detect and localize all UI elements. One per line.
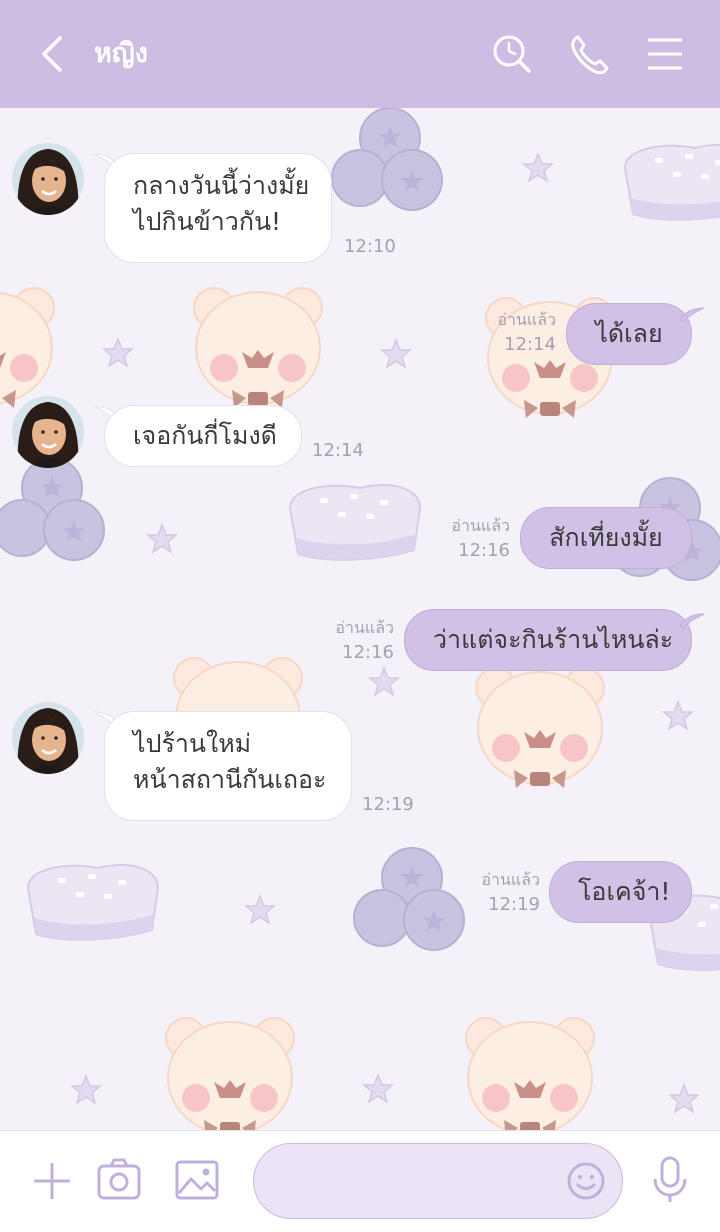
message-composer-bar xyxy=(0,1130,720,1232)
chat-header: หญิง xyxy=(0,0,720,108)
contact-avatar[interactable] xyxy=(12,143,84,215)
message-meta: อ่านแล้ว 12:19 xyxy=(454,870,540,916)
message-text: ว่าแต่จะกินร้านไหนล่ะ xyxy=(433,625,674,654)
message-text: สักเที่ยงมั้ย xyxy=(549,523,663,552)
message-time: 12:14 xyxy=(312,440,364,461)
outgoing-message-bubble[interactable]: ว่าแต่จะกินร้านไหนล่ะ xyxy=(404,609,692,671)
avatar-photo xyxy=(12,702,84,774)
microphone-icon[interactable] xyxy=(650,1155,690,1205)
message-text: เจอกันกี่โมงดี xyxy=(133,421,277,450)
message-time: 12:16 xyxy=(342,642,394,663)
phone-icon[interactable] xyxy=(566,30,610,78)
menu-icon[interactable] xyxy=(644,30,688,78)
message-text: ได้เลย xyxy=(595,319,663,348)
message-meta: อ่านแล้ว 12:16 xyxy=(308,618,394,664)
incoming-message-bubble[interactable]: เจอกันกี่โมงดี xyxy=(104,405,302,467)
avatar-photo xyxy=(12,396,84,468)
emoji-icon[interactable] xyxy=(566,1161,606,1201)
message-time: 12:10 xyxy=(344,236,396,257)
image-icon[interactable] xyxy=(174,1159,220,1201)
message-time: 12:19 xyxy=(488,894,540,915)
message-text: โอเคจ้า! xyxy=(578,877,671,906)
read-receipt: อ่านแล้ว xyxy=(335,618,394,637)
plus-icon[interactable] xyxy=(30,1159,74,1203)
read-receipt: อ่านแล้ว xyxy=(481,870,540,889)
message-time: 12:14 xyxy=(504,334,556,355)
message-line: ไปกินข้าวกัน! xyxy=(133,207,282,236)
read-receipt: อ่านแล้ว xyxy=(451,516,510,535)
incoming-message-bubble[interactable]: กลางวันนี้ว่างมั้ย ไปกินข้าวกัน! xyxy=(104,153,332,263)
outgoing-message-bubble[interactable]: โอเคจ้า! xyxy=(549,861,692,923)
read-receipt: อ่านแล้ว xyxy=(497,310,556,329)
message-meta: อ่านแล้ว 12:14 xyxy=(470,310,556,356)
contact-name[interactable]: หญิง xyxy=(94,34,148,74)
message-line: หน้าสถานีกันเถอะ xyxy=(133,765,327,794)
outgoing-message-bubble[interactable]: สักเที่ยงมั้ย xyxy=(520,507,692,569)
camera-icon[interactable] xyxy=(96,1157,142,1203)
message-time: 12:16 xyxy=(458,540,510,561)
contact-avatar[interactable] xyxy=(12,396,84,468)
search-icon[interactable] xyxy=(490,30,534,78)
outgoing-message-bubble[interactable]: ได้เลย xyxy=(566,303,692,365)
avatar-photo xyxy=(12,143,84,215)
incoming-message-bubble[interactable]: ไปร้านใหม่ หน้าสถานีกันเถอะ xyxy=(104,711,352,821)
bubble-tail xyxy=(680,307,704,322)
message-line: กลางวันนี้ว่างมั้ย xyxy=(133,171,310,200)
bubble-tail xyxy=(680,613,704,628)
back-arrow-icon[interactable] xyxy=(28,30,76,78)
chat-area[interactable]: กลางวันนี้ว่างมั้ย ไปกินข้าวกัน! 12:10 อ… xyxy=(0,108,720,1130)
message-line: ไปร้านใหม่ xyxy=(133,729,252,758)
contact-avatar[interactable] xyxy=(12,702,84,774)
message-time: 12:19 xyxy=(362,794,414,815)
message-meta: อ่านแล้ว 12:16 xyxy=(424,516,510,562)
